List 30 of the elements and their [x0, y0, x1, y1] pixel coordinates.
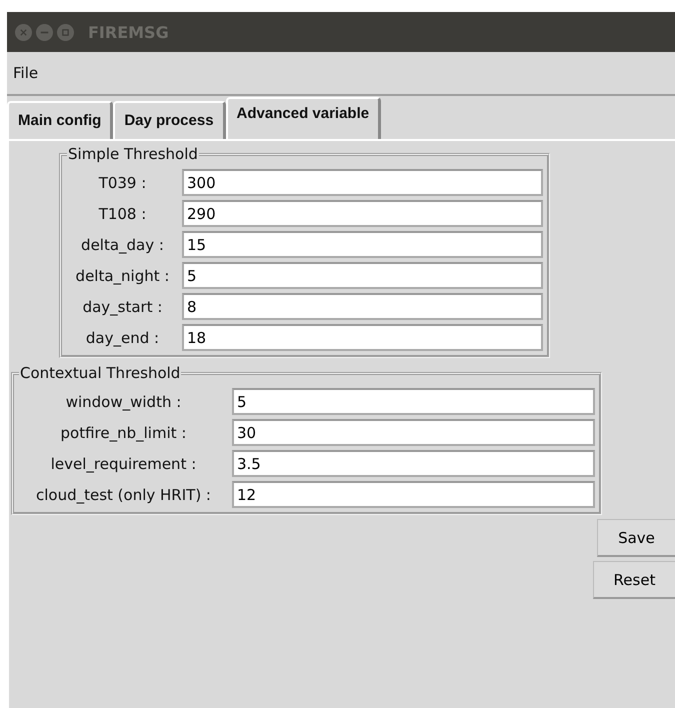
field-label: window_width :: [64, 392, 182, 410]
field-label: T039 :: [98, 174, 148, 192]
group-title: Simple Threshold: [67, 145, 199, 163]
minimize-icon[interactable]: [36, 24, 53, 40]
input-field[interactable]: 5: [232, 388, 595, 415]
input-field[interactable]: 290: [182, 200, 543, 227]
input-field[interactable]: 8: [182, 293, 543, 320]
input-field[interactable]: 5: [182, 262, 543, 289]
input-field[interactable]: 300: [182, 169, 543, 196]
input-field[interactable]: 18: [182, 324, 543, 351]
menu-item[interactable]: File: [7, 64, 44, 82]
input-field[interactable]: 15: [182, 231, 543, 258]
maximize-icon[interactable]: [57, 24, 74, 40]
input-field[interactable]: 12: [232, 481, 595, 508]
field-label: cloud_test (only HRIT) :: [34, 486, 212, 504]
tab[interactable]: Main config: [7, 101, 114, 139]
input-field[interactable]: 30: [232, 419, 595, 446]
field-label: delta_night :: [74, 266, 170, 284]
field-label: level_requirement :: [50, 454, 198, 472]
field-label: T108 :: [98, 204, 148, 222]
button[interactable]: Reset: [593, 561, 675, 599]
field-label: delta_day :: [80, 236, 165, 254]
tab[interactable]: Day process: [113, 101, 226, 139]
tab[interactable]: Advanced variable: [226, 97, 382, 139]
field-label: day_start :: [82, 298, 164, 316]
button[interactable]: Save: [597, 519, 675, 557]
close-icon[interactable]: [15, 24, 32, 40]
input-field[interactable]: 3.5: [232, 450, 595, 477]
field-label: day_end :: [84, 328, 160, 346]
field-label: potfire_nb_limit :: [60, 424, 188, 442]
